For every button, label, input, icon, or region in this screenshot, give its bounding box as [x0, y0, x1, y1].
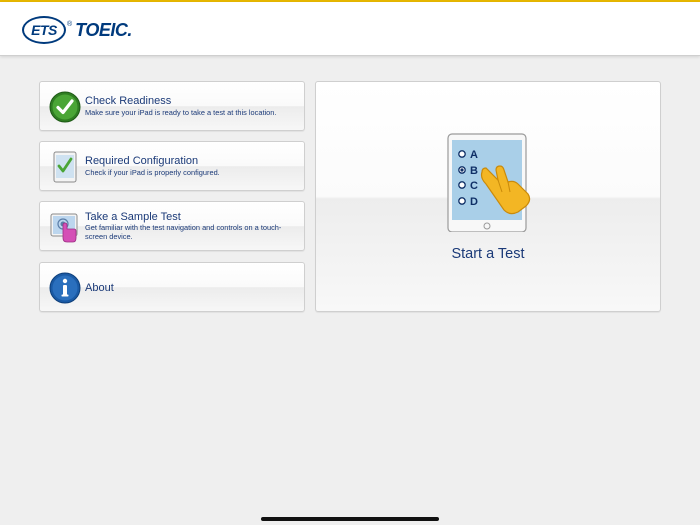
take-sample-test-title: Take a Sample Test: [85, 211, 181, 223]
check-readiness-title: Check Readiness: [85, 95, 172, 107]
touch-screen-icon: [50, 213, 78, 243]
option-d: D: [470, 196, 478, 208]
start-test-button[interactable]: A B C D Start a Test: [315, 81, 661, 312]
ets-toeic-logo: ETS ® TOEIC.: [22, 15, 132, 45]
option-a: A: [470, 149, 478, 161]
registered-mark: ®: [67, 20, 73, 28]
check-circle-icon: [49, 91, 81, 123]
option-b: B: [470, 165, 478, 177]
check-readiness-subtitle: Make sure your iPad is ready to take a t…: [85, 108, 277, 117]
about-title: About: [85, 282, 114, 294]
ipad-multiple-choice-icon: A B C D: [447, 133, 531, 232]
required-configuration-button[interactable]: Required Configuration Check if your iPa…: [39, 141, 305, 191]
toeic-wordmark: TOEIC.: [75, 19, 132, 40]
check-readiness-button[interactable]: Check Readiness Make sure your iPad is r…: [39, 81, 305, 131]
take-sample-test-button[interactable]: Take a Sample Test Get familiar with the…: [39, 201, 305, 251]
option-c: C: [470, 180, 478, 192]
about-button[interactable]: About: [39, 262, 305, 312]
home-indicator[interactable]: [261, 517, 439, 521]
required-configuration-title: Required Configuration: [85, 155, 199, 167]
app-header: ETS ® TOEIC.: [0, 2, 700, 56]
take-sample-test-subtitle: Get familiar with the test navigation an…: [85, 223, 282, 241]
ets-logo-mark: ETS: [22, 16, 66, 44]
start-test-label: Start a Test: [451, 246, 525, 262]
required-configuration-subtitle: Check if your iPad is properly configure…: [85, 168, 220, 177]
ipad-check-icon: [53, 151, 77, 183]
info-icon: [49, 272, 81, 304]
